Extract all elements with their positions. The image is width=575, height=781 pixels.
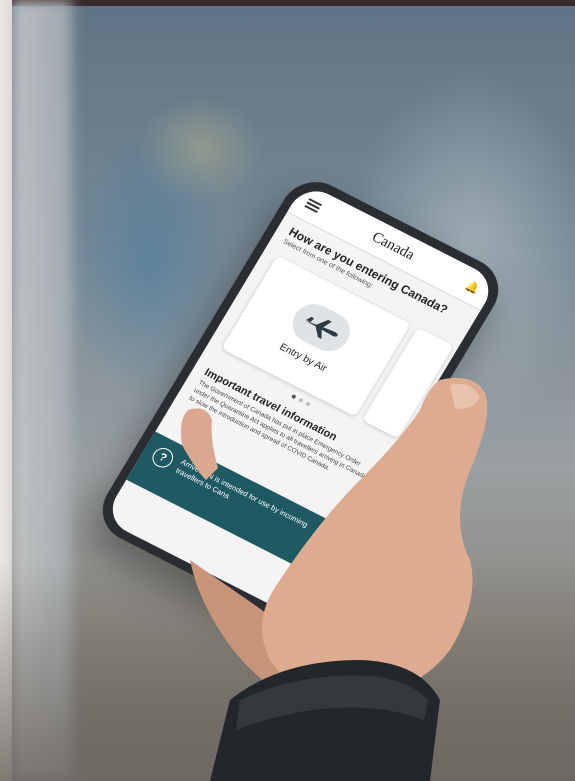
carousel-dot[interactable]	[297, 397, 304, 403]
top-edge	[0, 0, 575, 6]
notification-bell-icon[interactable]: 🔔	[463, 278, 482, 296]
carousel-dot[interactable]	[290, 393, 297, 399]
banner-text: ArriveCAN is intended for use by incomin…	[174, 457, 310, 530]
brand-text: Canada	[369, 228, 418, 263]
menu-icon[interactable]	[304, 198, 322, 214]
carousel-dot[interactable]	[304, 401, 311, 407]
help-icon: ?	[148, 444, 177, 471]
canada-wordmark: Canada	[369, 228, 418, 264]
